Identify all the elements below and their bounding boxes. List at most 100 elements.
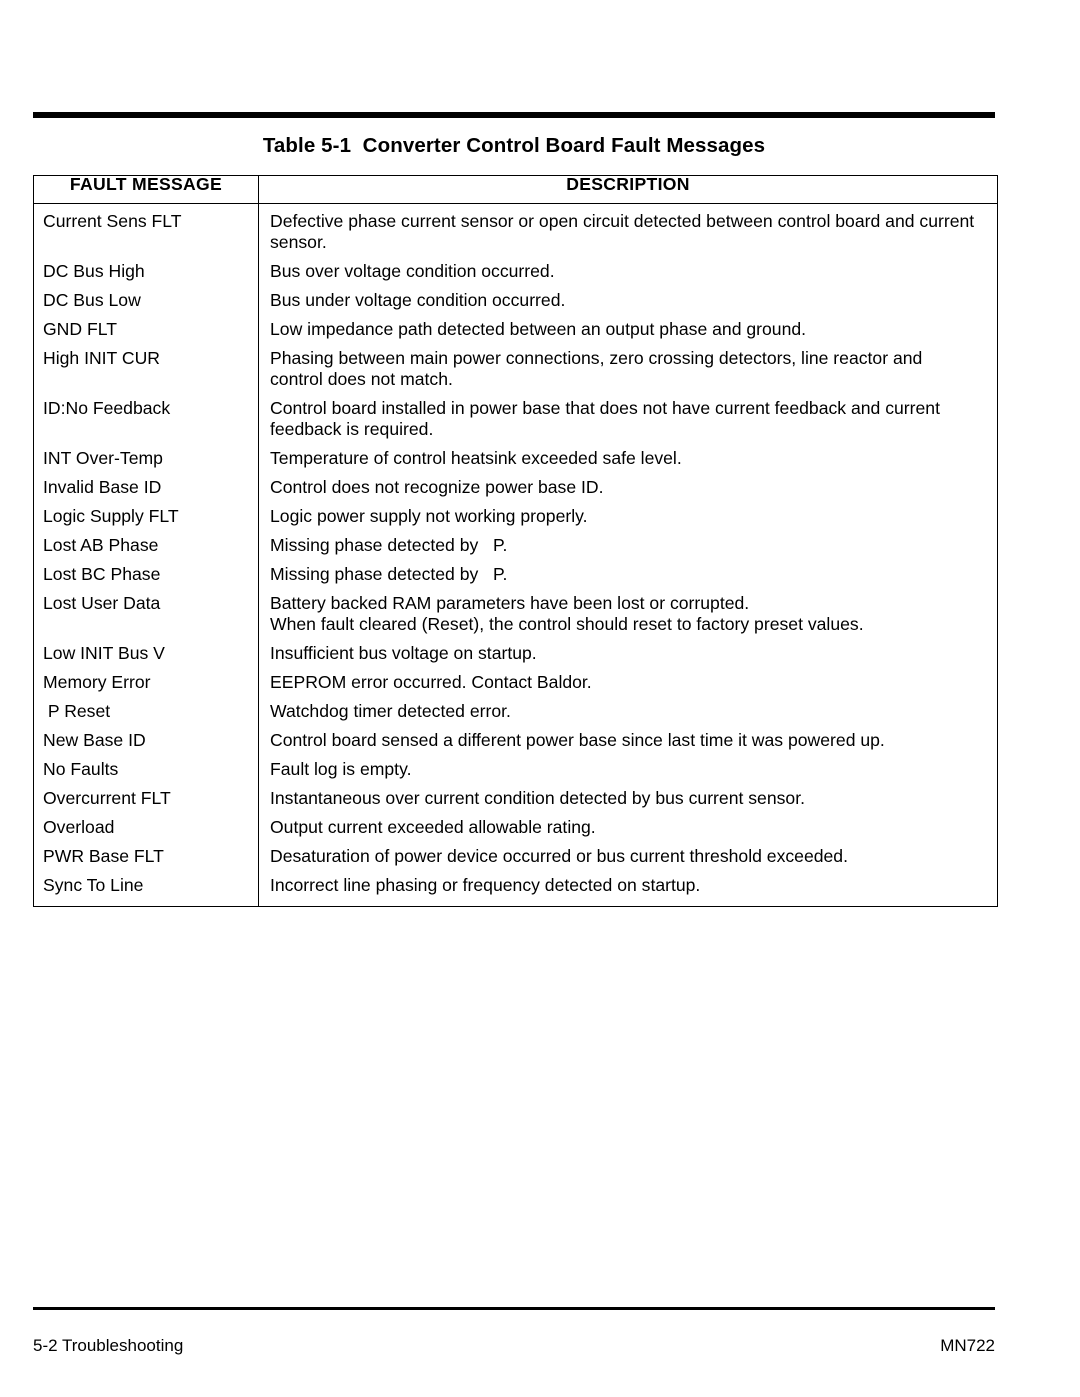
description-cell: Insufficient bus voltage on startup. [270, 643, 537, 663]
footer-document-number: MN722 [940, 1336, 995, 1355]
column-header-description: DESCRIPTION [258, 175, 998, 204]
description-cell: When fault cleared (Reset), the control … [270, 614, 864, 634]
description-cell: sensor. [270, 232, 327, 252]
fault-message-cell: PWR Base FLT [43, 846, 164, 866]
fault-message-cell: GND FLT [43, 319, 117, 339]
description-cell: Missing phase detected by P. [270, 564, 508, 584]
fault-message-cell: INT Over-Temp [43, 448, 163, 468]
table-row: Control does not recognize power base ID… [270, 477, 987, 498]
fault-message-cell: Invalid Base ID [43, 477, 162, 497]
description-list: Defective phase current sensor or open c… [259, 204, 997, 906]
fault-message-cell: Current Sens FLT [43, 211, 182, 231]
table-row: EEPROM error occurred. Contact Baldor. [270, 672, 987, 693]
description-cell: EEPROM error occurred. Contact Baldor. [270, 672, 592, 692]
fault-message-cell: P Reset [43, 701, 111, 721]
fault-message-cell: DC Bus Low [43, 290, 141, 310]
description-cell: Bus under voltage condition occurred. [270, 290, 566, 310]
table-row: Missing phase detected by P. [270, 564, 987, 585]
description-cell: Watchdog timer detected error. [270, 701, 511, 721]
description-cell: Battery backed RAM parameters have been … [270, 593, 750, 613]
description-column: Defective phase current sensor or open c… [258, 203, 998, 907]
table-row: Insufficient bus voltage on startup. [270, 643, 987, 664]
table-row: Sync To Line [43, 875, 250, 896]
fault-message-cell: Lost BC Phase [43, 564, 161, 584]
description-cell: Control board installed in power base th… [270, 398, 940, 418]
table-row: Low INIT Bus V [43, 643, 250, 664]
description-cell: Logic power supply not working properly. [270, 506, 588, 526]
fault-message-cell: No Faults [43, 759, 119, 779]
description-cell: Phasing between main power connections, … [270, 348, 923, 368]
table-row: ID:No Feedback [43, 398, 250, 440]
description-cell: Desaturation of power device occurred or… [270, 846, 848, 866]
description-cell: control does not match. [270, 369, 453, 389]
table-row: Overload [43, 817, 250, 838]
table-row: High INIT CUR [43, 348, 250, 390]
table-row: Lost AB Phase [43, 535, 250, 556]
footer-page-section: 5-2 Troubleshooting [33, 1336, 184, 1355]
table-row: Defective phase current sensor or open c… [270, 211, 987, 253]
table-row: Logic power supply not working properly. [270, 506, 987, 527]
table-row: Control board installed in power base th… [270, 398, 987, 440]
description-cell: Output current exceeded allowable rating… [270, 817, 596, 837]
fault-message-cell: ID:No Feedback [43, 398, 171, 418]
table-row: Low impedance path detected between an o… [270, 319, 987, 340]
description-cell: Control does not recognize power base ID… [270, 477, 604, 497]
fault-message-cell: High INIT CUR [43, 348, 160, 368]
footer-rule [33, 1307, 995, 1310]
table-row: DC Bus High [43, 261, 250, 282]
table-row: Temperature of control heatsink exceeded… [270, 448, 987, 469]
table-row: Phasing between main power connections, … [270, 348, 987, 390]
table-row: Lost BC Phase [43, 564, 250, 585]
table-row: Missing phase detected by P. [270, 535, 987, 556]
table-row: Output current exceeded allowable rating… [270, 817, 987, 838]
table-body: Current Sens FLT DC Bus High DC Bus Low GN… [33, 203, 998, 907]
table-row: P Reset [43, 701, 250, 722]
fault-message-cell: Lost AB Phase [43, 535, 159, 555]
table-row: Bus over voltage condition occurred. [270, 261, 987, 282]
description-cell: Control board sensed a different power b… [270, 730, 885, 750]
fault-message-cell: DC Bus High [43, 261, 145, 281]
description-cell: Temperature of control heatsink exceeded… [270, 448, 682, 468]
table-row: Logic Supply FLT [43, 506, 250, 527]
header-rule [33, 112, 995, 118]
document-page: Table 5-1 Converter Control Board Fault … [0, 0, 1080, 1397]
table-row: Control board sensed a different power b… [270, 730, 987, 751]
description-cell: Instantaneous over current condition det… [270, 788, 805, 808]
table-row: Desaturation of power device occurred or… [270, 846, 987, 867]
table-row: Bus under voltage condition occurred. [270, 290, 987, 311]
table-row: Incorrect line phasing or frequency dete… [270, 875, 987, 896]
fault-message-cell: Low INIT Bus V [43, 643, 165, 663]
table-row: Lost User Data [43, 593, 250, 635]
table-row: Current Sens FLT DC Bus High DC Bus Low GN… [33, 203, 998, 907]
description-cell: Missing phase detected by P. [270, 535, 508, 555]
fault-message-cell: Overcurrent FLT [43, 788, 171, 808]
description-cell: feedback is required. [270, 419, 434, 439]
table-row: Battery backed RAM parameters have been … [270, 593, 987, 635]
table-row: PWR Base FLT [43, 846, 250, 867]
fault-messages-table: FAULT MESSAGE DESCRIPTION Current Sens F… [33, 175, 998, 907]
fault-message-cell: Sync To Line [43, 875, 144, 895]
column-header-fault-message: FAULT MESSAGE [33, 175, 259, 204]
table-row: Overcurrent FLT [43, 788, 250, 809]
table-row: Instantaneous over current condition det… [270, 788, 987, 809]
description-cell: Incorrect line phasing or frequency dete… [270, 875, 701, 895]
table-header: FAULT MESSAGE DESCRIPTION [33, 175, 998, 204]
table-row: New Base ID [43, 730, 250, 751]
table-header-row: FAULT MESSAGE DESCRIPTION [33, 175, 998, 204]
table-caption: Table 5-1 Converter Control Board Fault … [262, 134, 766, 157]
fault-message-list: Current Sens FLT DC Bus High DC Bus Low GN… [34, 204, 258, 906]
table-row: DC Bus Low [43, 290, 250, 311]
fault-message-cell: New Base ID [43, 730, 146, 750]
fault-message-cell: Logic Supply FLT [43, 506, 179, 526]
table-row: Current Sens FLT [43, 211, 250, 253]
fault-message-cell: Memory Error [43, 672, 151, 692]
description-cell: Bus over voltage condition occurred. [270, 261, 555, 281]
table-row: INT Over-Temp [43, 448, 250, 469]
fault-message-cell: Lost User Data [43, 593, 161, 613]
description-cell: Fault log is empty. [270, 759, 412, 779]
table-row: Fault log is empty. [270, 759, 987, 780]
table-row: No Faults [43, 759, 250, 780]
